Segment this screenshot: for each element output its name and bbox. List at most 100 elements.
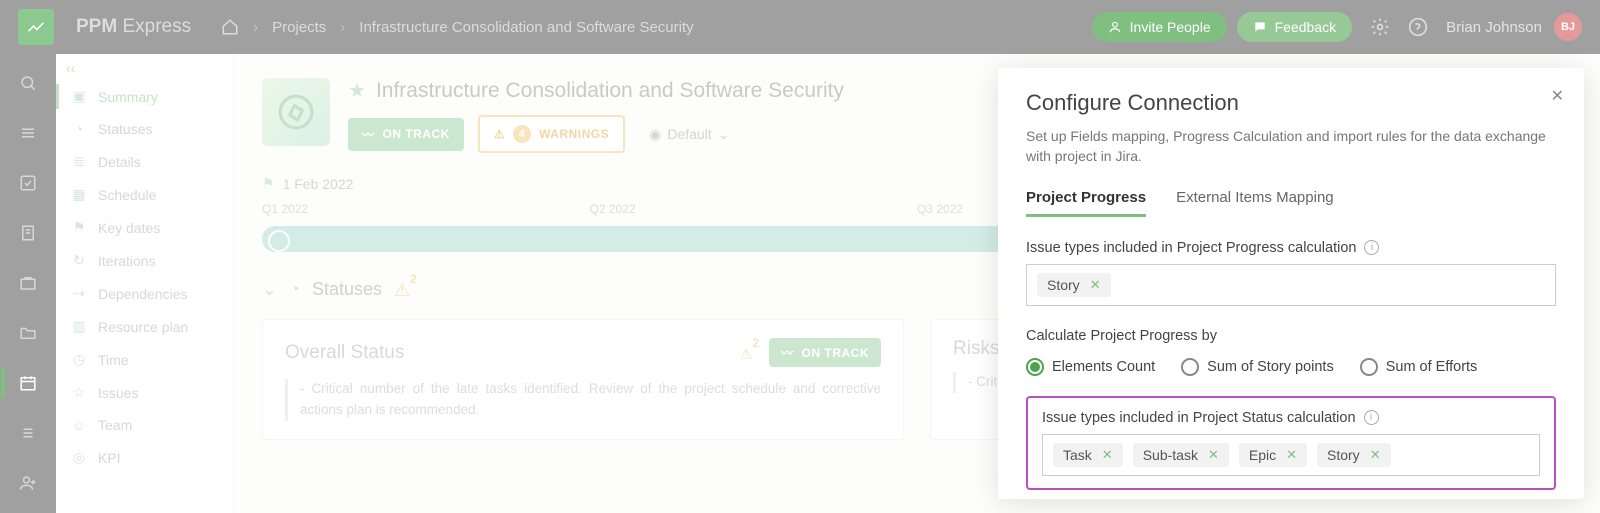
flag-icon: ⚑	[70, 219, 88, 236]
sidebar-item-label: Dependencies	[98, 286, 188, 302]
chevron-right-icon: ›	[253, 19, 258, 36]
card-status-pill[interactable]: 〰 ON TRACK	[769, 338, 881, 367]
trend-icon: 〰	[781, 344, 794, 361]
sidebar-item-time[interactable]: ◷ Time	[56, 343, 233, 376]
sidebar-item-issues[interactable]: ☆Issues	[56, 376, 233, 409]
info-icon[interactable]: i	[1364, 410, 1379, 425]
trend-icon: 〰	[362, 126, 375, 143]
rail-search[interactable]	[17, 72, 39, 94]
rail-user[interactable]	[17, 472, 39, 494]
sidebar-item-label: KPI	[98, 450, 121, 466]
tab-external-items[interactable]: External Items Mapping	[1176, 189, 1334, 217]
sidebar-item-label: Summary	[98, 89, 158, 105]
sidebar-item-schedule[interactable]: ▦ Schedule	[56, 178, 233, 211]
radio-icon	[1026, 358, 1044, 376]
grid-icon: ▥	[70, 318, 88, 335]
chat-icon	[1253, 20, 1267, 34]
sidebar-item-statuses[interactable]: ◔Statuses	[56, 113, 233, 145]
rail-briefcase[interactable]	[17, 272, 39, 294]
feedback-button[interactable]: Feedback	[1237, 12, 1352, 42]
warning-icon: ⚠	[494, 127, 505, 141]
details-icon: ≣	[70, 153, 88, 170]
remove-icon[interactable]: ✕	[1370, 447, 1381, 463]
clock-icon: ◷	[70, 351, 88, 368]
rail-doc[interactable]	[17, 222, 39, 244]
invite-people-button[interactable]: Invite People	[1092, 12, 1227, 42]
collapse-sidebar-icon[interactable]: ‹‹	[66, 60, 75, 76]
radio-elements-count[interactable]: Elements Count	[1026, 358, 1155, 376]
settings-icon[interactable]	[1370, 17, 1390, 37]
help-icon[interactable]	[1408, 17, 1428, 37]
sidebar-item-resource[interactable]: ▥ Resource plan	[56, 310, 233, 343]
rail-calendar[interactable]	[17, 372, 39, 394]
rail-folder[interactable]	[17, 322, 39, 344]
rail-menu[interactable]	[17, 122, 39, 144]
remove-icon[interactable]: ✕	[1102, 447, 1113, 463]
chevron-down-icon: ⌄	[718, 126, 730, 143]
sidebar-item-label: Team	[98, 417, 132, 433]
remove-icon[interactable]: ✕	[1090, 277, 1101, 293]
sidebar-item-details[interactable]: ≣ Details	[56, 145, 233, 178]
sidebar-item-label: Key dates	[98, 220, 160, 236]
calendar-icon: ▦	[70, 186, 88, 203]
sidebar-item-label: Iterations	[98, 253, 156, 269]
sidebar-item-keydates[interactable]: ⚑ Key dates	[56, 211, 233, 244]
eye-icon: ◉	[649, 126, 661, 143]
chip-story[interactable]: Story✕	[1317, 443, 1391, 467]
field-label-calc: Calculate Project Progress by	[1026, 328, 1556, 344]
person-icon	[1108, 20, 1122, 34]
remove-icon[interactable]: ✕	[1286, 447, 1297, 463]
remove-icon[interactable]: ✕	[1208, 447, 1219, 463]
breadcrumb: › Projects › Infrastructure Consolidatio…	[221, 18, 694, 36]
sidebar-item-kpi[interactable]: ◎ KPI	[56, 441, 233, 474]
chip-epic[interactable]: Epic✕	[1239, 443, 1307, 467]
gauge-icon: ◔	[289, 279, 300, 300]
radio-sum-efforts[interactable]: Sum of Efforts	[1360, 358, 1478, 376]
breadcrumb-current: Infrastructure Consolidation and Softwar…	[359, 19, 693, 36]
warning-icon: ⚠2	[740, 342, 759, 363]
progress-types-input[interactable]: Story✕	[1026, 264, 1556, 306]
info-icon[interactable]: i	[1364, 240, 1379, 255]
rail-list[interactable]	[17, 422, 39, 444]
status-icon: ◔	[70, 121, 88, 137]
sidebar-item-summary[interactable]: ▣ Summary	[56, 80, 233, 113]
status-pill-ontrack[interactable]: 〰 ON TRACK	[348, 118, 464, 151]
avatar[interactable]: BJ	[1554, 13, 1582, 41]
project-icon	[262, 78, 330, 146]
status-types-highlight: Issue types included in Project Status c…	[1026, 396, 1556, 490]
configure-connection-panel: ✕ Configure Connection Set up Fields map…	[998, 68, 1584, 499]
home-icon[interactable]	[221, 18, 239, 36]
overall-status-card: Overall Status ⚠2 〰 ON TRACK - Critical …	[262, 319, 904, 440]
kpi-icon: ◎	[70, 449, 88, 466]
status-types-input[interactable]: Task✕ Sub-task✕ Epic✕ Story✕	[1042, 434, 1540, 476]
sidebar-item-iterations[interactable]: ↻Iterations	[56, 244, 233, 277]
section-title: Statuses	[312, 279, 382, 300]
warning-icon: ⚠2	[394, 278, 417, 301]
panel-subtitle: Set up Fields mapping, Progress Calculat…	[1026, 126, 1556, 167]
quarter-label: Q1 2022	[262, 202, 590, 216]
card-body: - Critical number of the late tasks iden…	[285, 379, 881, 421]
app-logo[interactable]	[18, 9, 54, 45]
view-dropdown[interactable]: ◉ Default ⌄	[649, 126, 729, 143]
chevron-down-icon[interactable]: ⌄	[262, 279, 277, 300]
user-name[interactable]: Brian Johnson	[1446, 19, 1542, 36]
sidebar-item-label: Time	[98, 352, 129, 368]
breadcrumb-projects[interactable]: Projects	[272, 19, 326, 36]
sidebar-item-label: Resource plan	[98, 319, 188, 335]
favorite-star-icon[interactable]: ★	[348, 78, 366, 103]
radio-story-points[interactable]: Sum of Story points	[1181, 358, 1334, 376]
sidebar-item-label: Schedule	[98, 187, 156, 203]
project-title: Infrastructure Consolidation and Softwar…	[376, 79, 844, 103]
sidebar-item-dependencies[interactable]: ⇢Dependencies	[56, 277, 233, 310]
sidebar-item-team[interactable]: ☺Team	[56, 409, 233, 441]
tab-project-progress[interactable]: Project Progress	[1026, 189, 1146, 217]
chip-task[interactable]: Task✕	[1053, 443, 1123, 467]
chip-story[interactable]: Story✕	[1037, 273, 1111, 297]
sidebar-item-label: Details	[98, 154, 141, 170]
field-label-status-types: Issue types included in Project Status c…	[1042, 410, 1540, 426]
close-icon[interactable]: ✕	[1551, 86, 1564, 106]
chip-subtask[interactable]: Sub-task✕	[1133, 443, 1229, 467]
rail-check[interactable]	[17, 172, 39, 194]
warnings-pill[interactable]: ⚠ 4 WARNINGS	[478, 115, 625, 153]
summary-icon: ▣	[70, 88, 88, 105]
